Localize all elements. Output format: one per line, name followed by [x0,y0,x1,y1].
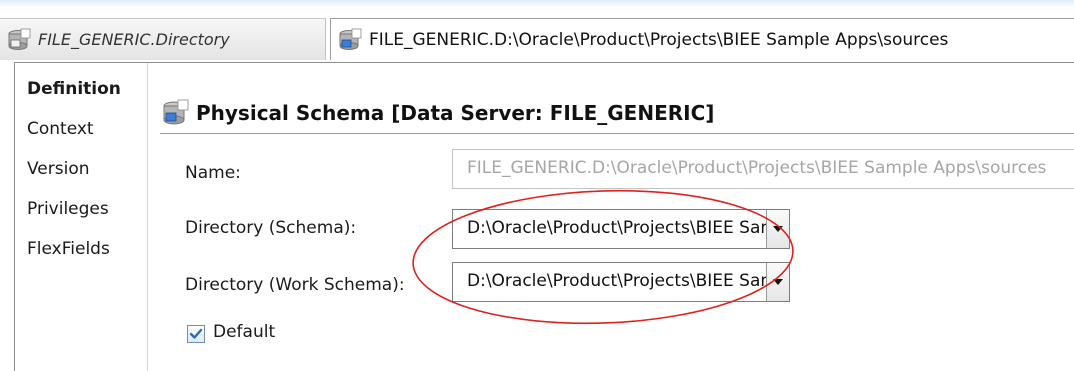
panel-title: Physical Schema [Data Server: FILE_GENER… [160,93,714,133]
sidenav-item-definition[interactable]: Definition [27,79,121,99]
directory-work-schema-dropdown-button[interactable] [766,263,789,301]
directory-work-schema-value[interactable]: D:\Oracle\Product\Projects\BIEE Sample A… [453,263,766,301]
default-checkbox[interactable] [187,325,205,343]
tab-file-generic-sources[interactable]: FILE_GENERIC.D:\Oracle\Product\Projects\… [330,18,1074,60]
chevron-down-icon [773,279,783,285]
editor-tab-strip: FILE_GENERIC.Directory FILE_GENERIC.D:\O… [0,0,1074,60]
tab-label: FILE_GENERIC.Directory [38,30,230,49]
name-label: Name: [185,163,241,183]
directory-work-schema-label: Directory (Work Schema): [185,275,405,295]
sidenav-item-context[interactable]: Context [27,119,94,139]
schema-icon [6,27,36,53]
editor-content: Definition Context Version Privileges Fl… [14,62,1074,371]
directory-schema-combo[interactable]: D:\Oracle\Product\Projects\BIEE Sample A… [452,209,790,249]
directory-schema-dropdown-button[interactable] [766,210,789,248]
editor-side-navigation: Definition Context Version Privileges Fl… [15,63,148,371]
panel-title-divider [160,133,1074,134]
tab-file-generic-directory[interactable]: FILE_GENERIC.Directory [0,18,326,60]
sidenav-item-privileges[interactable]: Privileges [27,199,109,219]
sidenav-item-flexfields[interactable]: FlexFields [27,239,110,259]
sidenav-item-version[interactable]: Version [27,159,90,179]
tab-strip-top-border [0,0,1074,8]
schema-icon [337,27,367,53]
directory-schema-label: Directory (Schema): [185,218,357,238]
panel-title-text: Physical Schema [Data Server: FILE_GENER… [196,101,715,125]
checkmark-icon [189,328,203,339]
directory-schema-value[interactable]: D:\Oracle\Product\Projects\BIEE Sample A… [453,210,766,248]
chevron-down-icon [773,226,783,232]
name-field: FILE_GENERIC.D:\Oracle\Product\Projects\… [452,149,1074,189]
directory-work-schema-combo[interactable]: D:\Oracle\Product\Projects\BIEE Sample A… [452,262,790,302]
default-checkbox-label: Default [213,322,276,342]
schema-icon [160,98,194,128]
tab-label: FILE_GENERIC.D:\Oracle\Product\Projects\… [369,29,949,50]
